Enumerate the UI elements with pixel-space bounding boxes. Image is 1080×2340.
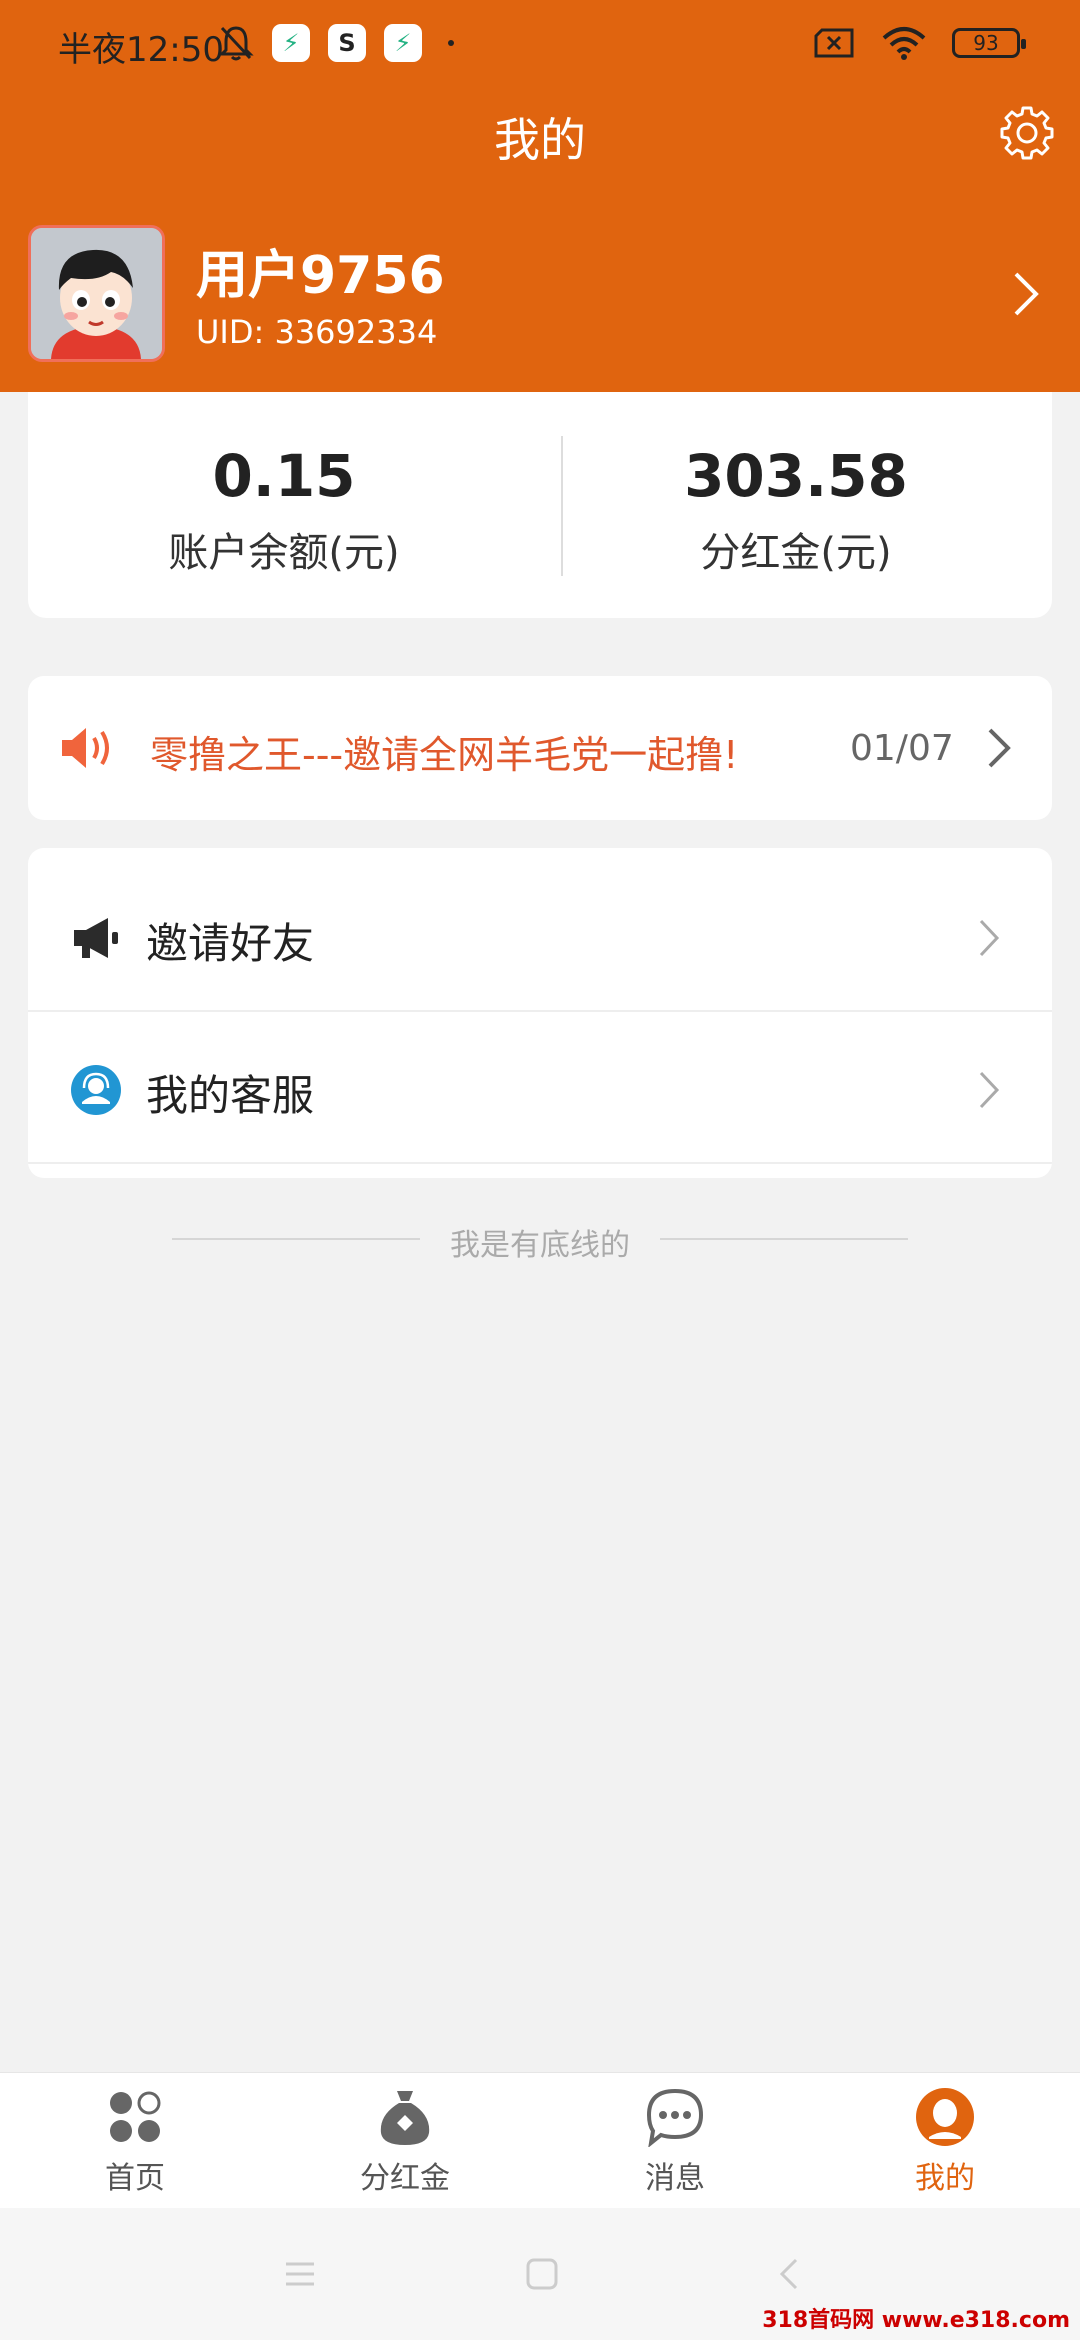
- megaphone-icon: [74, 918, 118, 958]
- status-time: 半夜12:50: [58, 30, 224, 70]
- notice-text: 零撸之王---邀请全网羊毛党一起撸!: [150, 733, 739, 777]
- end-of-list-indicator: 我是有底线的: [0, 1220, 1080, 1263]
- menu-item-label: 我的客服: [146, 1071, 315, 1120]
- nav-item-mine[interactable]: 我的: [810, 2087, 1080, 2197]
- watermark-text: 318首码网 www.e318.com: [762, 2308, 1070, 2333]
- home-square-icon[interactable]: [522, 2254, 562, 2294]
- chevron-right-icon: [979, 1071, 1000, 1109]
- s-app-icon: S: [328, 24, 366, 62]
- more-dot-icon: [448, 40, 454, 46]
- chevron-right-icon[interactable]: [1006, 270, 1046, 318]
- shield-app-icon: ⚡: [272, 24, 310, 62]
- nav-label: 首页: [105, 2161, 165, 2196]
- user-icon: [916, 2088, 974, 2146]
- notice-bar[interactable]: 零撸之王---邀请全网羊毛党一起撸! 01/07: [28, 676, 1052, 820]
- chat-bubble-icon: [646, 2088, 704, 2147]
- bell-muted-icon: [218, 26, 254, 61]
- customer-service-icon: [71, 1065, 121, 1115]
- dividend-value: 303.58: [684, 442, 908, 510]
- menu-item-invite-friends[interactable]: 邀请好友: [28, 862, 1052, 1012]
- settings-gear-icon[interactable]: [998, 104, 1056, 162]
- avatar-cartoon-icon: [31, 228, 162, 359]
- page-title: 我的: [494, 113, 586, 167]
- speaker-icon: [62, 728, 109, 768]
- chevron-right-icon[interactable]: [984, 724, 1014, 772]
- nav-item-messages[interactable]: 消息: [540, 2087, 810, 2197]
- shield-app-icon-2: ⚡: [384, 24, 422, 62]
- nav-item-home[interactable]: 首页: [0, 2087, 270, 2197]
- sim-none-icon: [814, 28, 854, 58]
- menu-list: 邀请好友 我的客服: [28, 848, 1052, 1178]
- profile-row[interactable]: 用户9756 UID: 33692334: [28, 225, 1058, 365]
- account-balance[interactable]: 0.15 账户余额(元): [28, 442, 540, 578]
- system-icons: 93: [812, 26, 1026, 60]
- notice-page-indicator: 01/07: [850, 728, 954, 769]
- notification-icons: ⚡ S ⚡: [218, 24, 454, 62]
- header: 半夜12:50 ⚡ S ⚡ 93 我的 用户9756 UID: 33692334: [0, 0, 1080, 392]
- balance-card: 0.15 账户余额(元) 303.58 分红金(元): [28, 392, 1052, 618]
- nav-item-dividend[interactable]: 分红金: [270, 2087, 540, 2197]
- username: 用户9756: [196, 246, 445, 306]
- nav-label: 分红金: [360, 2161, 450, 2196]
- money-bag-icon: [380, 2091, 430, 2145]
- chevron-right-icon: [979, 919, 1000, 957]
- dividend-balance[interactable]: 303.58 分红金(元): [540, 442, 1052, 578]
- menu-item-label: 邀请好友: [146, 919, 315, 968]
- system-nav-bar: 318首码网 www.e318.com: [0, 2208, 1080, 2340]
- account-balance-value: 0.15: [212, 442, 356, 510]
- back-chevron-icon[interactable]: [770, 2254, 810, 2294]
- home-grid-icon: [110, 2091, 161, 2142]
- menu-lines-icon[interactable]: [280, 2254, 320, 2294]
- user-uid: UID: 33692334: [196, 313, 438, 351]
- menu-item-customer-service[interactable]: 我的客服: [28, 1014, 1052, 1164]
- nav-label: 消息: [645, 2161, 705, 2196]
- divider-right: [660, 1238, 908, 1240]
- account-balance-label: 账户余额(元): [168, 530, 400, 576]
- dividend-label: 分红金(元): [700, 530, 892, 576]
- battery-icon: 93: [952, 28, 1026, 58]
- end-of-list-text: 我是有底线的: [450, 1228, 630, 1263]
- status-bar: 半夜12:50 ⚡ S ⚡ 93: [0, 0, 1080, 96]
- avatar[interactable]: [28, 225, 165, 362]
- nav-label: 我的: [915, 2161, 975, 2196]
- bottom-nav: 首页 分红金 消息 我的: [0, 2072, 1080, 2208]
- wifi-icon: [882, 27, 926, 60]
